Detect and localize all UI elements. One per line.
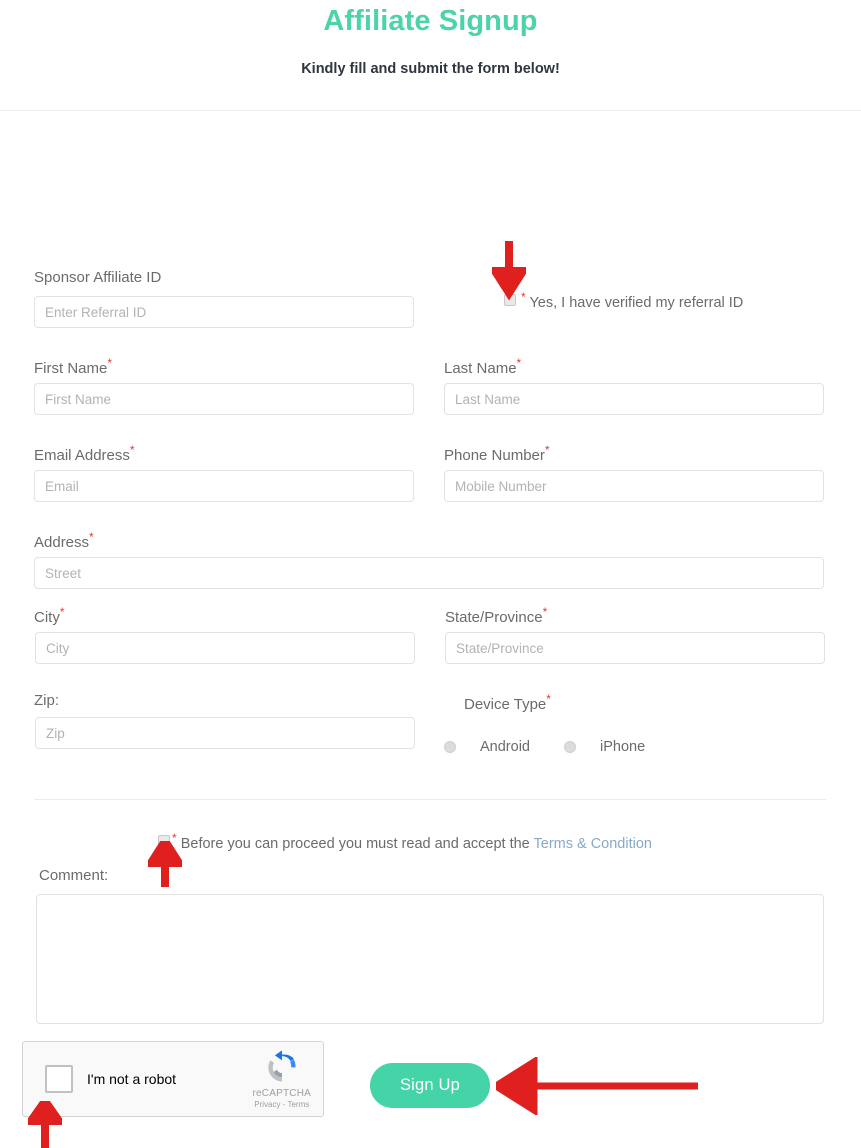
label-first-name: First Name*	[34, 356, 113, 377]
recaptcha-widget[interactable]: I'm not a robot reCAPTCHA Privacy - Term…	[22, 1041, 324, 1117]
required-marker-device-type: *	[546, 692, 551, 706]
signup-button[interactable]: Sign Up	[370, 1063, 490, 1108]
recaptcha-label: I'm not a robot	[87, 1071, 177, 1087]
device-type-options: Android iPhone	[444, 739, 645, 755]
city-input[interactable]	[35, 632, 415, 664]
field-comment: Comment:	[39, 867, 108, 884]
input-wrap-phone	[444, 470, 824, 502]
field-first-name: First Name*	[34, 356, 112, 377]
state-input[interactable]	[445, 632, 825, 664]
terms-and-condition-link[interactable]: Terms & Condition	[534, 836, 652, 852]
zip-input[interactable]	[35, 717, 415, 749]
label-device-type: Device Type*	[464, 692, 551, 713]
radio-iphone[interactable]	[563, 741, 576, 753]
required-marker-address: *	[89, 530, 94, 544]
field-phone: Phone Number*	[444, 443, 550, 464]
field-email: Email Address*	[34, 443, 135, 464]
page-title: Affiliate Signup	[323, 5, 538, 37]
label-zip: Zip:	[34, 692, 60, 709]
input-wrap-city	[35, 632, 415, 664]
first-name-input[interactable]	[34, 383, 414, 415]
field-city: City*	[34, 605, 65, 626]
input-wrap-zip	[35, 717, 415, 749]
label-last-name: Last Name*	[444, 356, 522, 377]
required-marker-terms: *	[172, 831, 177, 845]
arrow-to-signup-button	[496, 1057, 698, 1115]
label-city: City*	[34, 605, 65, 626]
field-sponsor-affiliate-id: Sponsor Affiliate ID	[34, 269, 161, 286]
required-marker-email: *	[129, 443, 135, 457]
required-marker-first-name: *	[107, 356, 113, 370]
required-marker-state: *	[542, 605, 548, 619]
terms-label: * Before you can proceed you must read a…	[172, 831, 652, 852]
input-wrap-state	[445, 632, 825, 664]
radio-label-android: Android	[480, 739, 530, 755]
recaptcha-legal-links[interactable]: Privacy - Terms	[253, 1100, 311, 1109]
address-input[interactable]	[34, 557, 824, 589]
field-device-type: Device Type*	[464, 692, 551, 713]
page-header: Affiliate Signup Kindly fill and submit …	[0, 0, 861, 111]
terms-checkbox[interactable]	[158, 835, 170, 848]
last-name-input[interactable]	[444, 383, 824, 415]
required-marker-last-name: *	[516, 356, 522, 370]
required-marker-verify: *	[521, 290, 526, 304]
field-address: Address*	[34, 530, 94, 551]
radio-label-iphone: iPhone	[599, 739, 646, 755]
terms-row: * Before you can proceed you must read a…	[158, 831, 652, 852]
recaptcha-checkbox[interactable]	[45, 1065, 73, 1093]
email-input[interactable]	[34, 470, 414, 502]
radio-android[interactable]	[444, 741, 456, 753]
verify-referral-checkbox[interactable]	[504, 294, 516, 307]
input-wrap-email	[34, 470, 414, 502]
input-wrap-sponsor-affiliate-id	[34, 296, 414, 328]
phone-input[interactable]	[444, 470, 824, 502]
recaptcha-icon	[268, 1050, 296, 1082]
section-divider	[34, 799, 826, 800]
verify-referral-label: * Yes, I have verified my referral ID	[521, 290, 744, 311]
required-marker-phone: *	[544, 443, 550, 457]
label-comment: Comment:	[39, 867, 109, 884]
comment-textarea[interactable]	[36, 894, 824, 1024]
label-state: State/Province*	[445, 605, 548, 626]
recaptcha-brand-name: reCAPTCHA	[252, 1088, 311, 1100]
field-zip: Zip:	[34, 692, 59, 709]
field-last-name: Last Name*	[444, 356, 521, 377]
input-wrap-last-name	[444, 383, 824, 415]
verify-referral-row: * Yes, I have verified my referral ID	[504, 290, 743, 311]
page-subtitle: Kindly fill and submit the form below!	[301, 61, 560, 77]
input-wrap-first-name	[34, 383, 414, 415]
label-sponsor-affiliate-id: Sponsor Affiliate ID	[34, 269, 162, 286]
label-address: Address*	[34, 530, 94, 551]
sponsor-affiliate-id-input[interactable]	[34, 296, 414, 328]
label-phone: Phone Number*	[444, 443, 550, 464]
label-email: Email Address*	[34, 443, 135, 464]
field-state: State/Province*	[445, 605, 547, 626]
required-marker-city: *	[59, 605, 65, 619]
recaptcha-brand: reCAPTCHA Privacy - Terms	[253, 1049, 311, 1109]
input-wrap-address	[34, 557, 824, 589]
